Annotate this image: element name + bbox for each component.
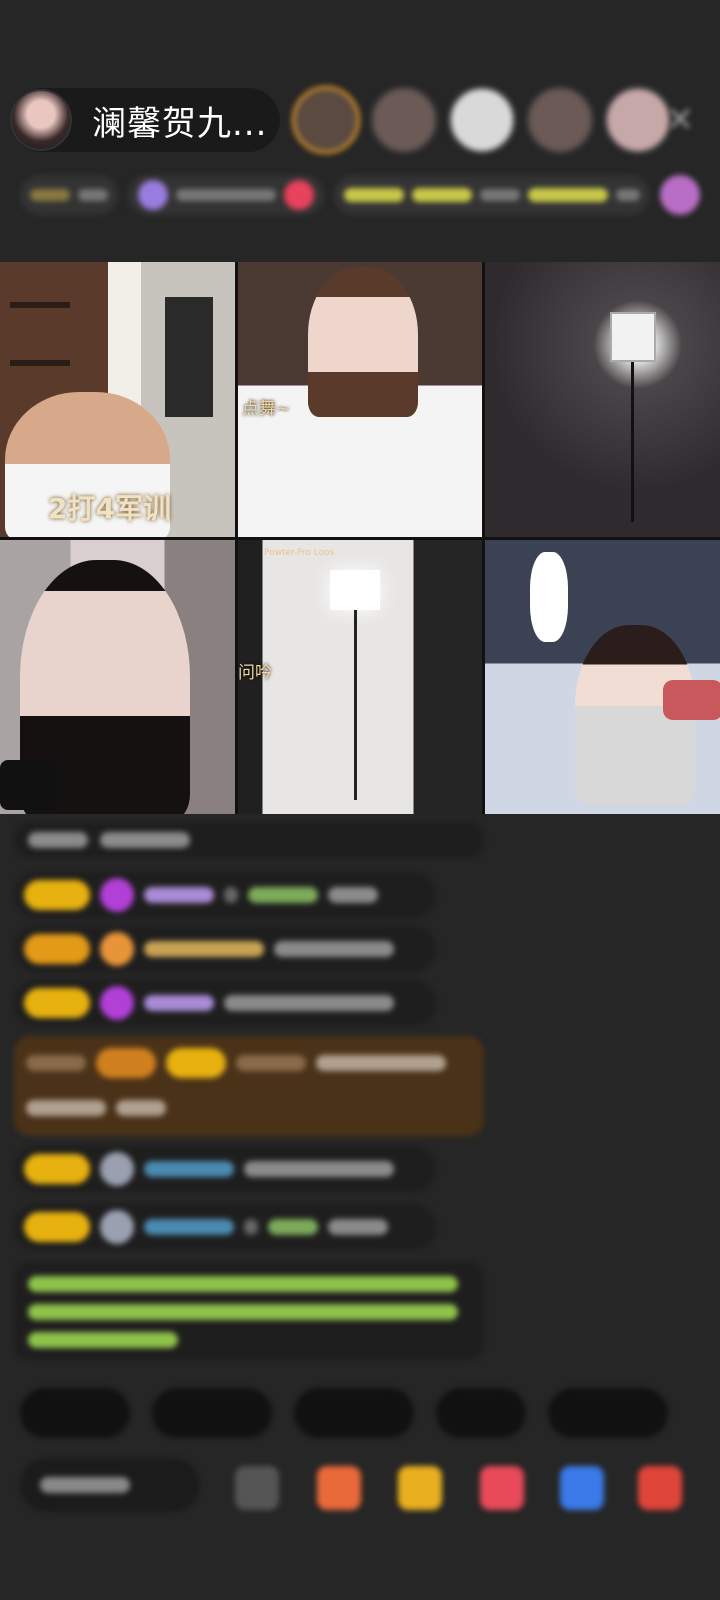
guest-tile-label: 点舞~: [242, 399, 291, 419]
guest-video-tile[interactable]: 2打4军训: [0, 262, 235, 537]
guest-video-tile[interactable]: 点舞~: [238, 262, 482, 537]
guest-video-tile[interactable]: Powter-Fro Loos 问吟: [238, 539, 482, 814]
close-icon[interactable]: ✕: [662, 102, 698, 138]
host-avatar[interactable]: [10, 89, 72, 151]
viewer-avatar[interactable]: [526, 86, 594, 154]
chat-message[interactable]: [14, 1204, 436, 1250]
viewer-avatar[interactable]: [448, 86, 516, 154]
guest-video-tile[interactable]: [485, 262, 720, 537]
chat-message[interactable]: [14, 872, 436, 918]
highlight-message[interactable]: [14, 1036, 484, 1136]
level-badge: [24, 1154, 90, 1184]
chat-message[interactable]: [14, 980, 436, 1026]
top-viewers-list: [292, 86, 672, 154]
emoji-icon[interactable]: [235, 1466, 279, 1510]
pk-icon[interactable]: [560, 1466, 604, 1510]
level-badge: [24, 1212, 90, 1242]
guest-tile-sublabel: Powter-Fro Loos: [264, 547, 335, 558]
viewer-avatar[interactable]: [370, 86, 438, 154]
guest-tile-label: 2打4军训: [48, 492, 171, 525]
bottom-toolbar: [20, 1430, 720, 1540]
guest-video-tile[interactable]: [0, 539, 235, 814]
chat-message[interactable]: [14, 926, 436, 972]
chat-input-button[interactable]: [20, 1458, 200, 1512]
level-badge: [24, 934, 90, 964]
room-notice-chip[interactable]: [334, 175, 650, 215]
guest-video-tile[interactable]: [485, 539, 720, 814]
treasure-chest-icon[interactable]: [398, 1466, 442, 1510]
room-info-bar: [20, 172, 700, 218]
room-id-chip[interactable]: [128, 175, 324, 215]
gift-box-icon[interactable]: [317, 1466, 361, 1510]
system-notice: [14, 1262, 484, 1360]
chat-message[interactable]: [14, 1146, 436, 1192]
room-tag[interactable]: [20, 175, 118, 215]
gift-icon[interactable]: [660, 175, 700, 215]
level-badge: [24, 988, 90, 1018]
game-icon[interactable]: [480, 1466, 524, 1510]
guest-tile-label: 问吟: [238, 662, 272, 683]
level-badge: [24, 880, 90, 910]
more-icon[interactable]: [638, 1466, 682, 1510]
viewer-avatar[interactable]: [292, 86, 360, 154]
host-name: 澜馨贺九...: [92, 103, 268, 144]
host-info-pill[interactable]: 澜馨贺九...: [10, 88, 280, 152]
chat-message: [14, 822, 484, 858]
multi-guest-video-grid: 2打4军训 点舞~ Powter-Fro Loos 问吟: [0, 262, 720, 814]
